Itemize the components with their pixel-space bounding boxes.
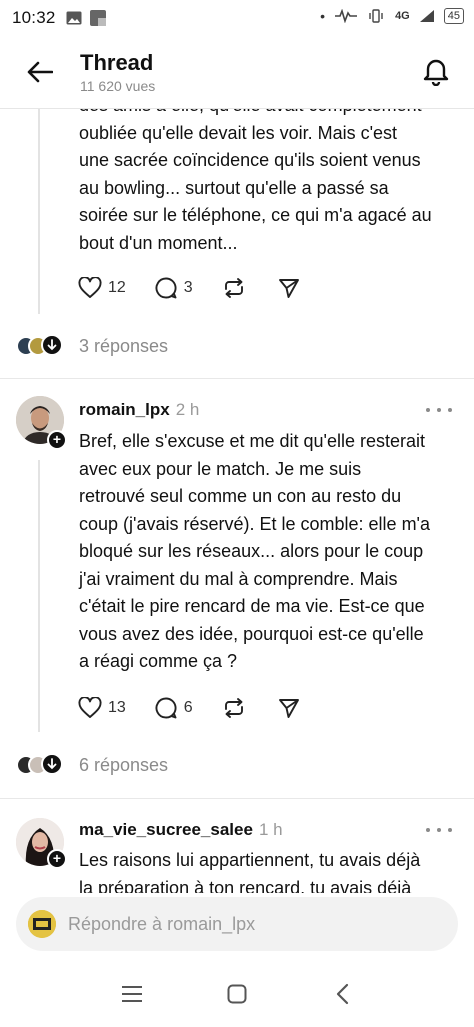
dot-icon: • <box>320 8 326 24</box>
post-text-line: une sacrée coïncidence qu'ils soient ven… <box>79 150 421 170</box>
post-body: des amis à elle, qu'elle avait complètem… <box>79 108 459 257</box>
comment-icon <box>155 277 177 299</box>
comment-button[interactable]: 3 <box>154 276 193 300</box>
repost-button[interactable] <box>222 277 246 299</box>
signal-icon <box>419 10 434 22</box>
post-author[interactable]: ma_vie_sucree_salee 1 h <box>79 820 283 840</box>
post-time: 1 h <box>258 820 283 839</box>
square-icon <box>227 984 247 1003</box>
send-icon <box>278 699 299 718</box>
avatar <box>28 910 56 938</box>
replies-link[interactable]: 6 réponses <box>16 753 169 776</box>
comment-button[interactable]: 6 <box>154 696 193 720</box>
username[interactable]: ma_vie_sucree_salee <box>79 820 253 839</box>
repost-icon <box>224 278 243 298</box>
post-time: 2 h <box>175 400 200 419</box>
thread-header: Thread 11 620 vues <box>0 36 474 108</box>
post-text-line: des amis à elle, qu'elle avait complètem… <box>79 108 459 120</box>
status-right: • 4G 45 <box>320 8 464 24</box>
post-actions: 12 3 <box>78 276 300 300</box>
post-body: Les raisons lui appartiennent, tu avais … <box>79 847 459 893</box>
replies-count: 6 réponses <box>79 754 169 775</box>
comment-count: 6 <box>183 699 193 716</box>
post-actions: 13 6 <box>78 696 300 720</box>
notifications-button[interactable] <box>420 54 452 88</box>
app-icon <box>89 10 106 26</box>
status-time: 10:32 <box>12 8 56 27</box>
post-text-line: j'ai vraiment du mal à comprendre. Mais <box>79 568 398 589</box>
like-button[interactable]: 13 <box>78 697 126 719</box>
back-button[interactable] <box>24 56 56 88</box>
post-text-line: la préparation à ton rencard, tu avais d… <box>79 877 412 894</box>
home-button[interactable] <box>217 974 257 1014</box>
reply-avatars <box>16 334 66 357</box>
thread-connector-line <box>38 108 40 314</box>
post-text-line: a réagi comme ça ? <box>79 651 238 671</box>
post-body: Bref, elle s'excuse et me dit qu'elle re… <box>79 428 459 676</box>
gallery-icon <box>66 11 82 25</box>
post-text-line: soirée sur le téléphone, ce qui m'a agac… <box>79 205 432 225</box>
post-text-line: coup (j'avais réservé). Et le comble: el… <box>79 513 431 534</box>
view-count: 11 620 vues <box>80 78 156 94</box>
system-nav-bar <box>0 960 474 1027</box>
thread-content: des amis à elle, qu'elle avait complètem… <box>0 108 474 893</box>
like-count: 12 <box>108 279 126 296</box>
post-text-line: c'était le pire rencard de ma vie. Est-c… <box>79 596 425 616</box>
expand-replies-icon <box>41 334 63 356</box>
post-author[interactable]: romain_lpx 2 h <box>79 400 199 420</box>
page-title: Thread <box>80 50 154 75</box>
comment-icon <box>155 697 177 719</box>
like-button[interactable]: 12 <box>78 277 126 299</box>
reply-placeholder: Répondre à romain_lpx <box>68 913 256 934</box>
post-text-line: vous avez des idée, pourquoi est-ce qu'e… <box>79 623 424 644</box>
divider <box>0 798 474 799</box>
expand-replies-icon <box>41 753 63 775</box>
post-text-line: retrouvé seul comme un con au resto du <box>79 486 402 506</box>
comment-count: 3 <box>183 279 193 296</box>
reply-avatars <box>16 753 66 776</box>
post-text-line: bloqué sur les réseaux... alors pour le … <box>79 541 424 561</box>
post-text-line: au bowling... surtout qu'elle a passé sa <box>79 177 389 198</box>
pulse-icon <box>335 9 358 23</box>
reply-input[interactable]: Répondre à romain_lpx <box>16 897 458 951</box>
chevron-left-icon <box>336 983 348 1004</box>
post-text-line: Bref, elle s'excuse et me dit qu'elle re… <box>79 431 426 451</box>
more-options-button[interactable] <box>426 405 452 415</box>
arrow-left-icon <box>27 61 53 83</box>
status-notification-icons <box>66 10 106 26</box>
divider <box>0 378 474 379</box>
repost-button[interactable] <box>222 697 246 719</box>
heart-icon <box>78 697 102 718</box>
battery-level: 45 <box>443 8 464 24</box>
system-back-button[interactable] <box>322 974 362 1014</box>
post-text-line: avec eux pour le match. Je me suis <box>79 458 362 479</box>
network-label: 4G <box>395 10 410 22</box>
follow-button[interactable]: + <box>47 849 67 869</box>
replies-link[interactable]: 3 réponses <box>16 334 169 357</box>
like-count: 13 <box>108 699 126 716</box>
thread-connector-line <box>38 460 40 732</box>
post-text-line: Les raisons lui appartiennent, tu avais … <box>79 850 421 870</box>
share-button[interactable] <box>278 277 300 299</box>
username[interactable]: romain_lpx <box>79 400 170 419</box>
post-text-line: bout d'un moment... <box>79 232 238 253</box>
menu-lines-icon <box>122 985 143 1002</box>
heart-icon <box>78 277 102 298</box>
replies-count: 3 réponses <box>79 335 169 356</box>
vibrate-icon <box>369 9 383 23</box>
header-divider <box>0 108 474 109</box>
repost-icon <box>224 698 243 718</box>
status-bar: 10:32 • 4G 45 <box>0 0 474 36</box>
follow-button[interactable]: + <box>47 430 67 450</box>
bell-icon <box>423 59 449 86</box>
send-icon <box>278 279 299 298</box>
post-text-line: oubliée qu'elle devait les voir. Mais c'… <box>79 122 398 143</box>
more-options-button[interactable] <box>426 825 452 835</box>
recents-button[interactable] <box>112 974 152 1014</box>
share-button[interactable] <box>278 697 300 719</box>
